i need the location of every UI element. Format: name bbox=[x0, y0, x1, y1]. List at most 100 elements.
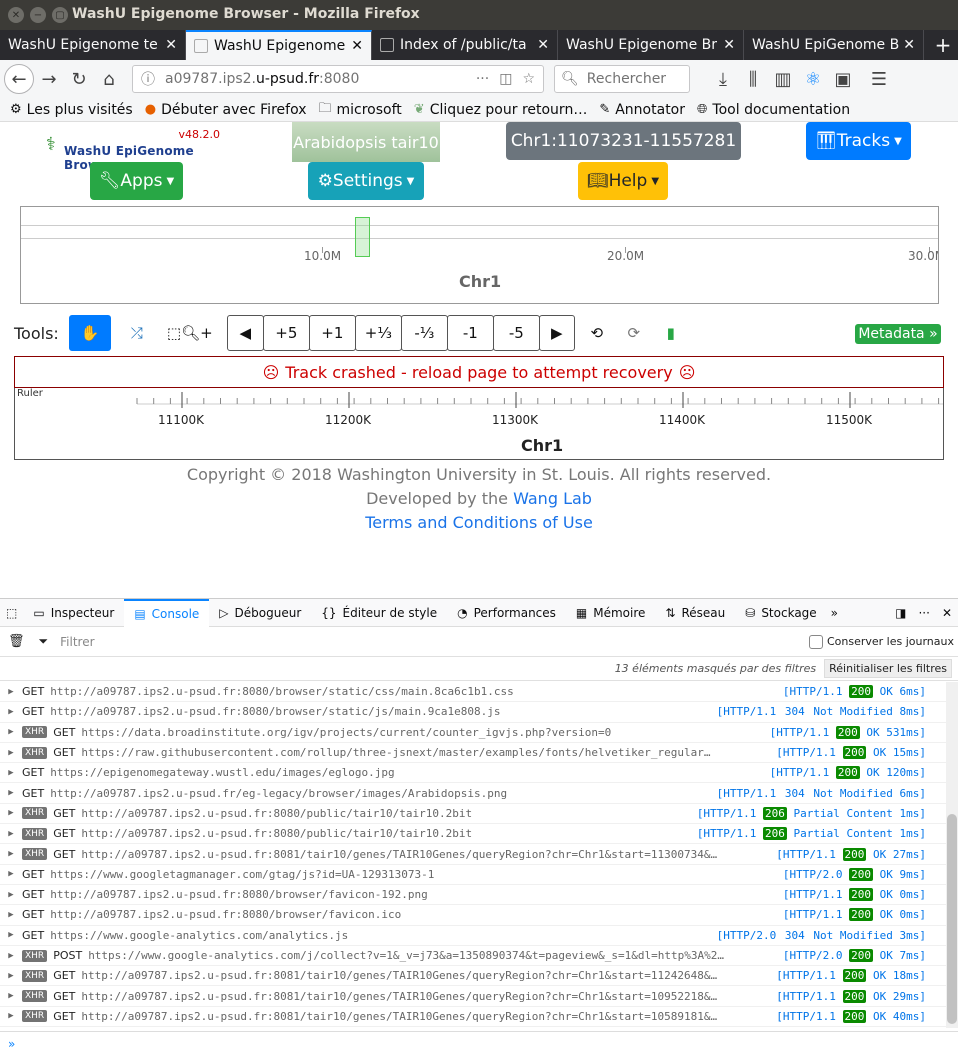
expand-arrow-icon[interactable]: ▶ bbox=[0, 910, 22, 920]
reset-filters-button[interactable]: Réinitialiser les filtres bbox=[824, 659, 952, 678]
log-status[interactable]: [HTTP/1.1 200 OK 27ms] bbox=[772, 847, 926, 861]
log-url[interactable]: http://a09787.ips2.u-psud.fr:8081/tair10… bbox=[81, 969, 717, 982]
log-row[interactable]: ▶ XHR GET http://a09787.ips2.u-psud.fr:8081… bbox=[0, 986, 946, 1007]
log-row[interactable]: ▶ XHR GET https://raw.githubusercontent.com… bbox=[0, 743, 946, 764]
expand-arrow-icon[interactable]: ▶ bbox=[0, 707, 22, 717]
expand-arrow-icon[interactable]: ▶ bbox=[0, 930, 22, 940]
log-url[interactable]: http://a09787.ips2.u-psud.fr:8080/public… bbox=[81, 807, 472, 820]
expand-arrow-icon[interactable]: ▶ bbox=[0, 687, 22, 697]
url-bar[interactable]: ⓘ a09787.ips2. u-psud.fr:8080 ··· ◫ ☆ bbox=[132, 65, 544, 93]
bookmark-item[interactable]: 🌐︎ Tool documentation bbox=[697, 102, 850, 118]
close-tab-icon[interactable]: ✕ bbox=[165, 37, 177, 53]
drag-tool-button[interactable]: ✋ bbox=[68, 315, 111, 351]
tab-debogueur[interactable]: ▷ Débogueur bbox=[209, 599, 311, 627]
download-icon[interactable]: ⤓ bbox=[708, 65, 738, 93]
log-url[interactable]: http://a09787.ips2.u-psud.fr/eg-legacy/b… bbox=[50, 787, 507, 800]
info-icon[interactable]: ⓘ bbox=[141, 69, 155, 89]
zoom-button[interactable]: +⅓ bbox=[354, 315, 402, 351]
pocket-icon[interactable]: ◫ bbox=[499, 71, 512, 87]
minimize-window-button[interactable]: − bbox=[30, 7, 46, 23]
tab-reseau[interactable]: ⇅ Réseau bbox=[655, 599, 735, 627]
log-url[interactable]: http://a09787.ips2.u-psud.fr:8080/browse… bbox=[50, 705, 500, 718]
log-status[interactable]: [HTTP/1.1 200 OK 6ms] bbox=[778, 685, 926, 699]
log-url[interactable]: https://epigenomegateway.wustl.edu/image… bbox=[50, 766, 394, 779]
ruler-track[interactable]: Ruler 11100K 11200K 11300K 11400K 11500K… bbox=[14, 388, 944, 460]
new-tab-button[interactable]: + bbox=[928, 30, 958, 60]
bookmark-item[interactable]: ❦ Cliquez pour retourn… bbox=[414, 102, 588, 118]
genome-button[interactable]: Arabidopsis tair10 bbox=[292, 122, 440, 162]
browser-tab[interactable]: WashU Epigenome te ✕ bbox=[0, 30, 186, 60]
expand-arrow-icon[interactable]: ▶ bbox=[0, 951, 22, 961]
tab-inspecteur[interactable]: ▭ Inspecteur bbox=[23, 599, 124, 627]
bookmark-item[interactable]: ✎ Annotator bbox=[599, 102, 685, 118]
more-tabs-button[interactable]: » bbox=[827, 599, 842, 627]
zoom-button[interactable]: -⅓ bbox=[400, 315, 448, 351]
expand-arrow-icon[interactable]: ▶ bbox=[0, 890, 22, 900]
log-url[interactable]: http://a09787.ips2.u-psud.fr:8080/browse… bbox=[50, 685, 514, 698]
log-status[interactable]: [HTTP/1.1 200 OK 0ms] bbox=[778, 908, 926, 922]
expand-arrow-icon[interactable]: ▶ bbox=[0, 808, 22, 818]
zoom-button[interactable]: -5 bbox=[492, 315, 540, 351]
tab-editeur-style[interactable]: {} Éditeur de style bbox=[311, 599, 447, 627]
log-status[interactable]: [HTTP/2.0 200 OK 7ms] bbox=[778, 949, 926, 962]
log-status[interactable]: [HTTP/1.1 200 OK 40ms] bbox=[772, 1009, 926, 1023]
pan-left-button[interactable]: ◀ bbox=[226, 315, 264, 351]
bookmark-star-icon[interactable]: ☆ bbox=[522, 71, 535, 87]
wang-lab-link[interactable]: Wang Lab bbox=[513, 489, 592, 508]
log-status[interactable]: [HTTP/1.1 200 OK 531ms] bbox=[765, 725, 926, 739]
home-button[interactable]: ⌂ bbox=[94, 65, 124, 93]
redo-button[interactable]: ⟳ bbox=[614, 315, 653, 351]
apps-button[interactable]: 🔧︎ Apps ▼ bbox=[90, 162, 183, 200]
zoom-region-tool-button[interactable]: ⬚🔍︎+ bbox=[162, 315, 217, 351]
log-row[interactable]: ▶ GET http://a09787.ips2.u-psud.fr:8080/br… bbox=[0, 702, 946, 723]
log-url[interactable]: http://a09787.ips2.u-psud.fr:8081/tair10… bbox=[81, 848, 717, 861]
log-row[interactable]: ▶ XHR GET https://data.broadinstitute.org/i… bbox=[0, 723, 946, 743]
region-highlight[interactable] bbox=[355, 217, 370, 257]
metadata-button[interactable]: Metadata » bbox=[855, 324, 941, 344]
settings-button[interactable]: ⚙ Settings ▼ bbox=[308, 162, 424, 200]
log-status[interactable]: [HTTP/1.1 200 OK 0ms] bbox=[778, 888, 926, 902]
search-input[interactable]: 🔍︎ Rechercher bbox=[554, 65, 690, 93]
reload-button[interactable]: ↻ bbox=[64, 65, 94, 93]
browser-tab[interactable]: Index of /public/ta ✕ bbox=[372, 30, 558, 60]
chromosome-overview[interactable]: 10.0M 20.0M 30.0M Chr1 bbox=[20, 206, 939, 304]
dock-button[interactable]: ◨ bbox=[889, 599, 912, 627]
log-row[interactable]: ▶ GET https://epigenomegateway.wustl.edu/i… bbox=[0, 763, 946, 784]
close-devtools-button[interactable]: ✕ bbox=[936, 599, 958, 627]
expand-arrow-icon[interactable]: ▶ bbox=[0, 991, 22, 1001]
log-url[interactable]: http://a09787.ips2.u-psud.fr:8081/tair10… bbox=[81, 990, 717, 1003]
log-row[interactable]: ▶ GET https://www.google-analytics.com/ana… bbox=[0, 926, 946, 946]
log-url[interactable]: https://www.google-analytics.com/analyti… bbox=[50, 929, 348, 942]
bookmark-item[interactable]: ⚙ Les plus visités bbox=[10, 102, 133, 118]
browser-tab[interactable]: WashU Epigenome Br ✕ bbox=[558, 30, 744, 60]
close-tab-icon[interactable]: ✕ bbox=[723, 37, 735, 53]
tab-console[interactable]: ▤ Console bbox=[124, 598, 210, 627]
log-status[interactable]: [HTTP/2.0 304 Not Modified 3ms] bbox=[712, 928, 926, 942]
log-status[interactable]: [HTTP/1.1 304 Not Modified 6ms] bbox=[712, 786, 926, 800]
react-devtools-icon[interactable]: ⚛ bbox=[798, 65, 828, 93]
log-url[interactable]: https://data.broadinstitute.org/igv/proj… bbox=[81, 726, 611, 739]
log-row[interactable]: ▶ XHR GET http://a09787.ips2.u-psud.fr:8080… bbox=[0, 824, 946, 845]
log-url[interactable]: https://www.googletagmanager.com/gtag/js… bbox=[50, 868, 434, 881]
log-status[interactable]: [HTTP/1.1 200 OK 120ms] bbox=[765, 766, 926, 780]
reorder-tool-button[interactable]: ⤮ bbox=[116, 315, 157, 351]
expand-arrow-icon[interactable]: ▶ bbox=[0, 788, 22, 798]
browser-tab-active[interactable]: WashU Epigenome ✕ bbox=[186, 30, 372, 60]
tab-performances[interactable]: ◔ Performances bbox=[447, 599, 566, 627]
screenshot-icon[interactable]: ▣ bbox=[828, 65, 858, 93]
expand-arrow-icon[interactable]: ▶ bbox=[0, 727, 22, 737]
history-button[interactable]: ▮ bbox=[651, 315, 690, 351]
page-actions-icon[interactable]: ··· bbox=[476, 71, 489, 87]
terms-link[interactable]: Terms and Conditions of Use bbox=[365, 513, 593, 532]
log-row[interactable]: ▶ GET https://www.googletagmanager.com/gta… bbox=[0, 865, 946, 885]
log-status[interactable]: [HTTP/1.1 200 OK 15ms] bbox=[772, 746, 926, 760]
devtools-menu-button[interactable]: ··· bbox=[912, 599, 935, 627]
trash-icon[interactable]: 🗑︎ bbox=[8, 634, 25, 649]
close-tab-icon[interactable]: ✕ bbox=[351, 38, 363, 54]
forward-button[interactable]: → bbox=[34, 65, 64, 93]
zoom-button[interactable]: -1 bbox=[446, 315, 494, 351]
log-status[interactable]: [HTTP/1.1 206 Partial Content 1ms] bbox=[692, 806, 926, 820]
zoom-button[interactable]: +1 bbox=[308, 315, 356, 351]
pan-right-button[interactable]: ▶ bbox=[538, 315, 575, 351]
expand-arrow-icon[interactable]: ▶ bbox=[0, 971, 22, 981]
